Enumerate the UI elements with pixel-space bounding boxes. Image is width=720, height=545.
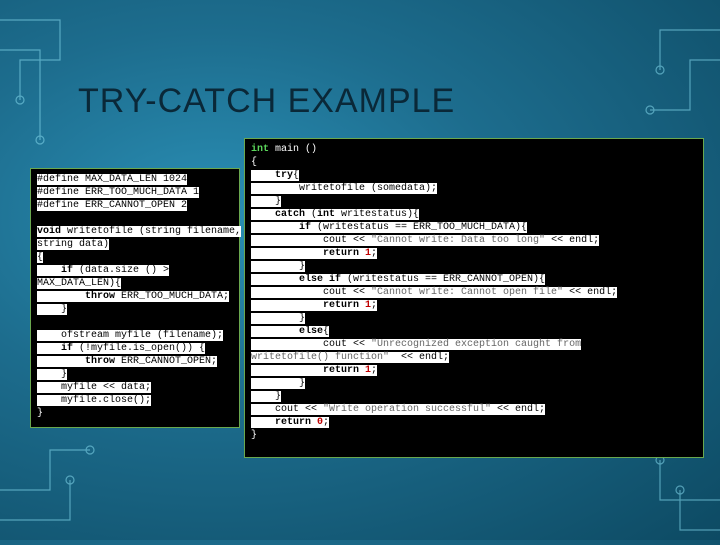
code-block-right: int main () { try{ writetofile (somedata…	[244, 138, 704, 458]
code-block-left: #define MAX_DATA_LEN 1024 #define ERR_TO…	[30, 168, 240, 428]
code-left-content: #define MAX_DATA_LEN 1024 #define ERR_TO…	[37, 173, 233, 420]
slide-title: TRY-CATCH EXAMPLE	[78, 82, 455, 121]
code-right-content: int main () { try{ writetofile (somedata…	[251, 143, 697, 442]
